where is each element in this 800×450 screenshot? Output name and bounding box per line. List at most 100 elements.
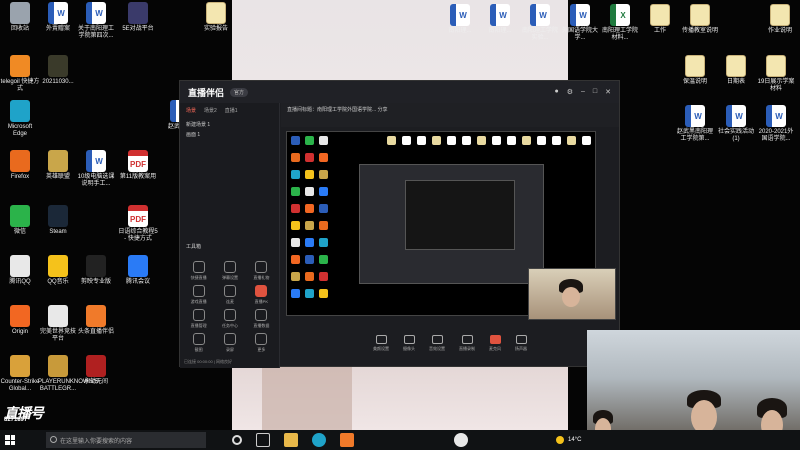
- desktop-icon[interactable]: PDF 第11版教案用: [118, 150, 158, 181]
- maximize-icon[interactable]: □: [593, 88, 597, 96]
- desktop-icon[interactable]: telegoil 快捷方式: [0, 55, 40, 93]
- taskbar-search[interactable]: 在这里输入你要搜索的内容: [46, 432, 206, 448]
- app-icon: [48, 305, 68, 327]
- desktop-icon[interactable]: QQ音乐: [38, 255, 78, 286]
- desktop-icon[interactable]: W 南阳理...: [480, 4, 520, 35]
- desktop-icon[interactable]: W 关于南阳理工学院第四次...: [76, 2, 116, 40]
- toolbox-item[interactable]: 录屏: [215, 333, 244, 353]
- control-label: 美颜设置: [373, 346, 389, 351]
- preview-desktop-icon: [319, 272, 328, 281]
- live-companion-taskbar-icon[interactable]: [340, 433, 354, 447]
- desktop-icon[interactable]: PDF 日语综合教程5 - 快捷方式: [118, 205, 158, 243]
- desktop-icon[interactable]: 头条直播伴侣: [76, 305, 116, 336]
- desktop-icon[interactable]: 19日展示学案材料: [756, 55, 796, 93]
- tool-icon: [192, 309, 205, 321]
- desktop-icon[interactable]: Steam: [38, 205, 78, 236]
- desktop-icon[interactable]: Origin: [0, 305, 40, 336]
- close-icon[interactable]: ✕: [605, 88, 611, 96]
- desktop-icon[interactable]: Microsoft Edge: [0, 100, 40, 138]
- preview-desktop-icon: [567, 136, 576, 145]
- weather-icon[interactable]: [556, 436, 564, 444]
- control-bar: 美颜设置 摄像头 音效设置 直播录制 麦克风 扬声器: [281, 321, 619, 366]
- task-view-icon[interactable]: [232, 435, 242, 445]
- stream-title[interactable]: 直播间标题：南阳理工学院外国语学院... 分享: [287, 107, 388, 113]
- desktop-icon[interactable]: 实验报告: [196, 2, 236, 33]
- live-companion-window[interactable]: 直播伴侣 官方 ● ⚙ – □ ✕ 场景 场景2 直播1 新建场景 1 画面 1…: [179, 80, 620, 368]
- toolbox-item[interactable]: 任务中心: [215, 309, 244, 329]
- desktop-icon[interactable]: W 赵武黑南阳理工学院第...: [675, 105, 715, 143]
- desktop-icon[interactable]: Firefox: [0, 150, 40, 181]
- app-icon: [10, 150, 30, 172]
- toolbox-item[interactable]: 直播数据: [247, 309, 276, 329]
- control-button[interactable]: 扬声器: [515, 335, 527, 352]
- toolbox-item[interactable]: 更多: [247, 333, 276, 353]
- toolbox-item[interactable]: 直播礼物: [247, 261, 276, 281]
- minimize-icon[interactable]: –: [581, 88, 585, 96]
- tab-scene-2[interactable]: 场景2: [204, 107, 217, 114]
- toolbox-item[interactable]: 直播管理: [184, 309, 213, 329]
- desktop-icon[interactable]: X 南阳理工学院材料...: [600, 4, 640, 42]
- desktop-icon[interactable]: 日期表: [716, 55, 756, 86]
- desktop-icon[interactable]: 5E对战平台: [118, 2, 158, 33]
- desktop-icon[interactable]: 回收站: [0, 2, 40, 33]
- tool-label: 游戏直播: [190, 299, 207, 304]
- app-icon: [48, 205, 68, 227]
- desktop-icon[interactable]: W 外賣贈案: [38, 2, 78, 33]
- toolbox-item[interactable]: 快捷直播: [184, 261, 213, 281]
- desktop-icon-label: QQ音乐: [47, 279, 69, 285]
- desktop-icon[interactable]: 永劫无间: [76, 355, 116, 386]
- desktop-icon[interactable]: W 南阳理...: [440, 4, 480, 35]
- desktop-icon[interactable]: 保温说明: [675, 55, 715, 86]
- window-controls: ● ⚙ – □ ✕: [554, 88, 611, 96]
- control-button[interactable]: 音效设置: [429, 335, 445, 352]
- preview-desktop-icon: [305, 136, 314, 145]
- control-button[interactable]: 直播录制: [459, 335, 475, 352]
- control-button[interactable]: 美颜设置: [373, 335, 389, 352]
- desktop-icon-label: 关于南阳理工学院第四次...: [77, 26, 114, 39]
- control-button[interactable]: 麦克风: [489, 335, 501, 352]
- preview-desktop-icon: [305, 289, 314, 298]
- desktop-icon[interactable]: Counter-Strike Global...: [0, 355, 40, 393]
- avatar-icon[interactable]: ●: [554, 88, 558, 96]
- tool-label: 截图: [194, 347, 203, 352]
- multitask-icon[interactable]: [256, 433, 270, 447]
- desktop-icon[interactable]: 作业说明: [760, 4, 800, 35]
- tool-icon: [255, 285, 268, 297]
- tab-live-1[interactable]: 直播1: [225, 107, 238, 114]
- desktop-icon[interactable]: W 2020-2021外国语学院...: [756, 105, 796, 143]
- desktop-icon[interactable]: 工作: [640, 4, 680, 35]
- toolbox-item[interactable]: 游戏直播: [184, 285, 213, 305]
- window-titlebar[interactable]: 直播伴侣 官方 ● ⚙ – □ ✕: [180, 81, 619, 103]
- edge-icon[interactable]: [312, 433, 326, 447]
- desktop-icon[interactable]: 腾讯会议: [118, 255, 158, 286]
- toolbox-item[interactable]: 截图: [184, 333, 213, 353]
- toolbox-item[interactable]: 直播PK: [247, 285, 276, 305]
- doc-file-icon: [685, 55, 705, 77]
- weather-temp[interactable]: 14°C: [568, 437, 581, 443]
- pinned-app-icon[interactable]: [454, 433, 468, 447]
- tree-item[interactable]: 画面 1: [186, 130, 273, 140]
- toolbox-item[interactable]: 弹幕设置: [215, 261, 244, 281]
- tool-icon: [223, 309, 236, 321]
- desktop-icon[interactable]: 20211030...: [38, 55, 78, 86]
- desktop-icon[interactable]: W 社会实践活动 (1): [716, 105, 756, 143]
- toolbox-item[interactable]: 连麦: [215, 285, 244, 305]
- file-explorer-icon[interactable]: [284, 433, 298, 447]
- desktop-icon[interactable]: 传播教室说明: [680, 4, 720, 35]
- desktop-icon[interactable]: W 南阳理工学院实验...: [520, 4, 560, 42]
- desktop-icon[interactable]: 微信: [0, 205, 40, 236]
- desktop-icon[interactable]: W 10级电脑选课说明手工...: [76, 150, 116, 188]
- tab-scene-1[interactable]: 场景: [186, 107, 196, 114]
- word-file-icon: W: [530, 4, 550, 26]
- desktop-icon[interactable]: PLAYERUNKNOWN'S BATTLEGR...: [38, 355, 98, 393]
- desktop-icon[interactable]: 英雄联盟: [38, 150, 78, 181]
- desktop-icon[interactable]: 腾讯QQ: [0, 255, 40, 286]
- tree-item[interactable]: 新建场景 1: [186, 120, 273, 130]
- start-button[interactable]: [0, 430, 20, 450]
- desktop-icon[interactable]: W 外国语学院大学...: [560, 4, 600, 42]
- desktop-icon[interactable]: 剪映专业版: [76, 255, 116, 286]
- settings-icon[interactable]: ⚙: [567, 88, 573, 96]
- control-button[interactable]: 摄像头: [403, 335, 415, 352]
- app-icon: [10, 100, 30, 122]
- desktop-icon[interactable]: 完美世界竞技平台: [38, 305, 78, 343]
